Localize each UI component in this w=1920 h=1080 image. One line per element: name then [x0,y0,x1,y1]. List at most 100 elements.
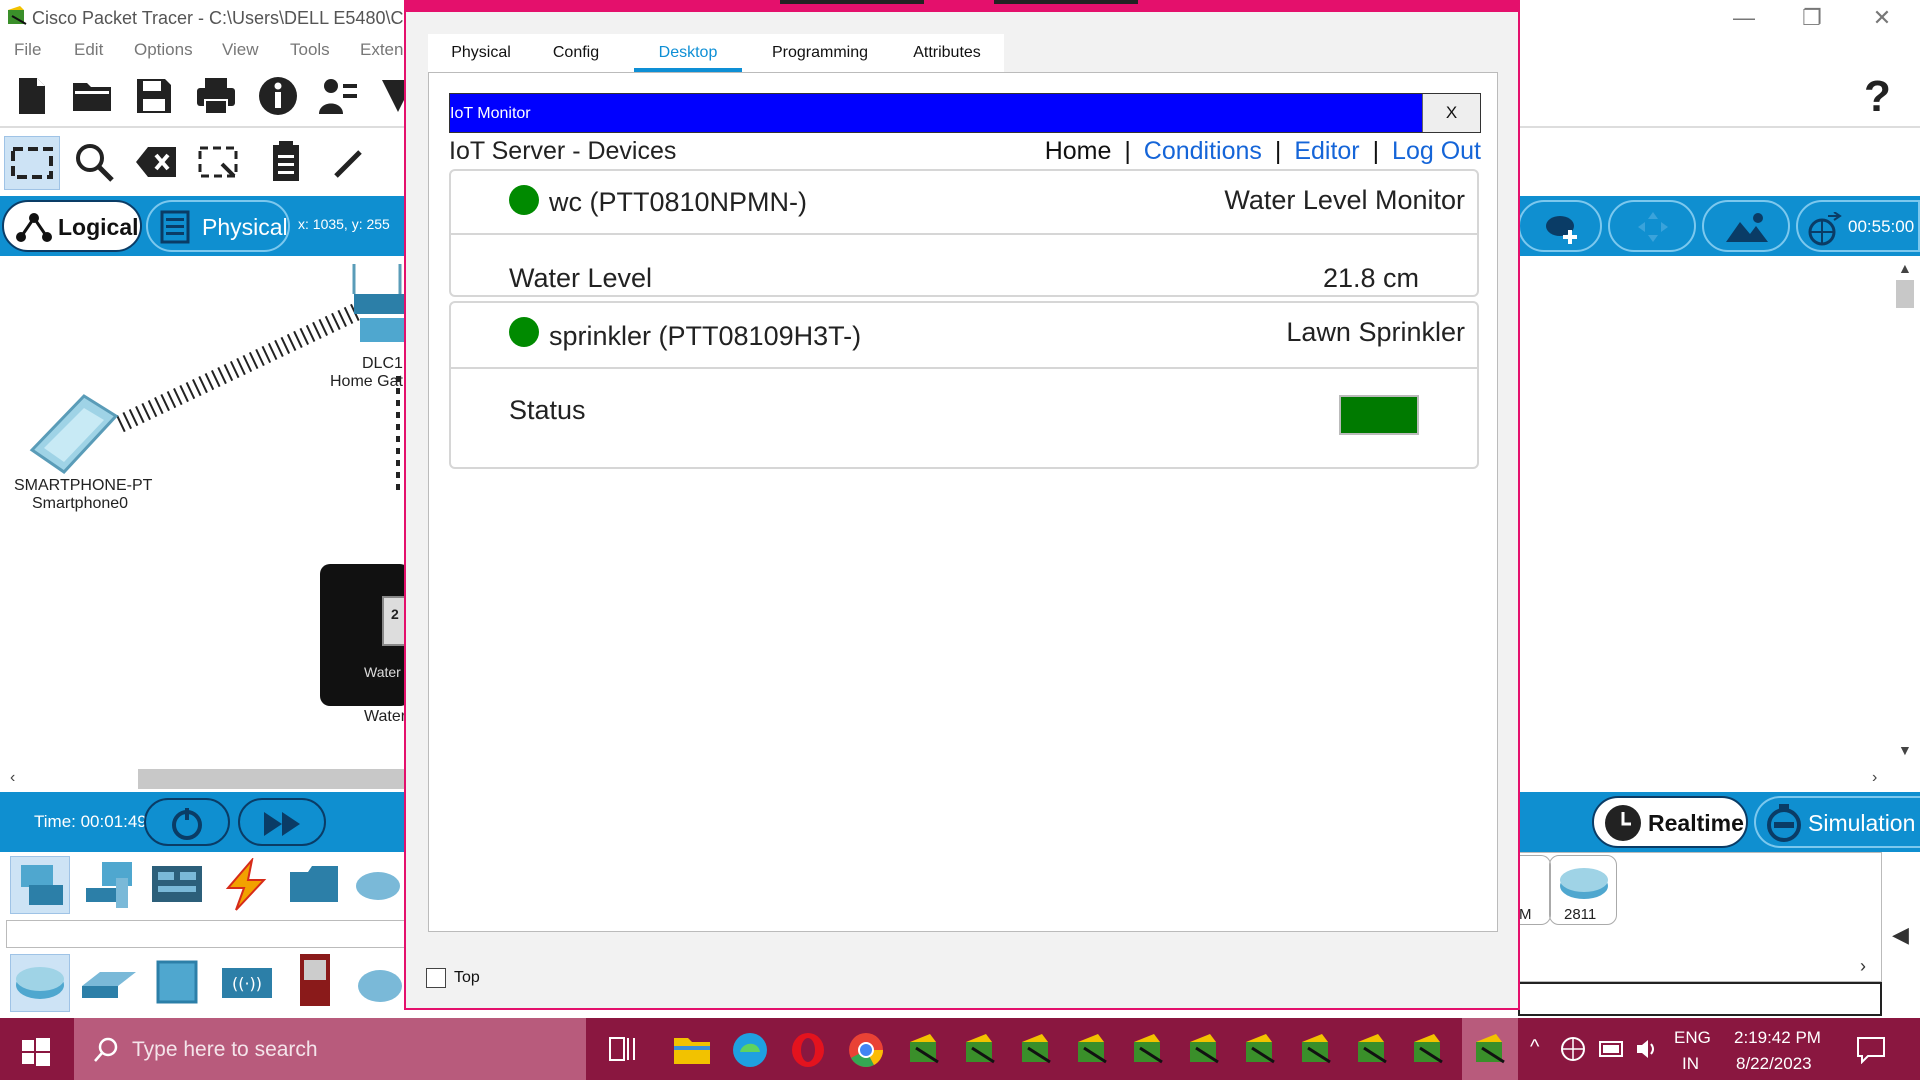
battery-icon[interactable] [1598,1038,1626,1060]
subcategory-switches-icon[interactable] [80,962,138,1006]
smartphone-device-icon[interactable] [24,388,124,478]
category-connections-icon[interactable] [218,858,272,912]
delete-button[interactable] [134,140,178,184]
subcategory-hubs-icon[interactable] [154,958,200,1006]
activity-wizard-button[interactable] [316,74,360,118]
chrome-browser-icon[interactable] [846,1030,886,1070]
menu-file[interactable]: File [14,40,41,60]
nav-conditions-link[interactable]: Conditions [1144,137,1262,165]
scroll-left-icon[interactable]: ‹ [10,769,15,787]
packet-tracer-task-icon[interactable] [1016,1030,1056,1070]
packet-tracer-task-icon[interactable] [1128,1030,1168,1070]
file-explorer-icon[interactable] [672,1030,712,1070]
subcategory-wireless-icon[interactable]: ((·)) [220,962,274,1002]
subcategory-routers[interactable] [10,954,70,1012]
device-header-wc[interactable]: wc (PTT0810NPMN-) Water Level Monitor [451,171,1477,235]
packet-tracer-task-icon[interactable] [1072,1030,1112,1070]
horizontal-scroll-thumb[interactable] [138,769,428,789]
place-note-button[interactable] [264,140,308,184]
fast-forward-button[interactable] [238,798,326,846]
restore-button[interactable]: ❐ [1778,0,1846,36]
cluster-add-button[interactable] [1518,200,1602,252]
open-file-button[interactable] [70,74,114,118]
packet-tracer-task-icon[interactable] [1240,1030,1280,1070]
info-button[interactable] [256,74,300,118]
tray-overflow-icon[interactable]: ^ [1530,1036,1539,1059]
inspect-button[interactable] [72,140,116,184]
help-icon[interactable]: ? [1864,72,1891,122]
packet-tracer-task-icon[interactable] [1184,1030,1224,1070]
system-time[interactable]: 2:19:42 PM [1734,1028,1821,1048]
scroll-right-icon[interactable]: › [1872,769,1877,787]
tab-config[interactable]: Config [534,34,618,72]
minimize-button[interactable]: — [1710,0,1778,36]
water-monitor-device[interactable]: 2 Water [320,564,410,706]
input-region[interactable]: IN [1682,1054,1699,1074]
logical-view-button[interactable]: Logical [2,200,142,252]
category-misc-icon[interactable] [286,862,342,906]
active-task-highlight[interactable] [1462,1018,1518,1080]
set-background-button[interactable] [1702,200,1790,252]
menu-tools[interactable]: Tools [290,40,330,60]
packet-tracer-task-icon[interactable] [1296,1030,1336,1070]
system-date[interactable]: 8/22/2023 [1736,1054,1812,1074]
top-checkbox[interactable] [426,968,446,988]
device-model-partial[interactable]: M [1515,855,1551,925]
scroll-down-icon[interactable]: ▼ [1898,742,1912,758]
tab-desktop[interactable]: Desktop [634,34,742,72]
opera-browser-icon[interactable] [788,1030,828,1070]
tab-attributes[interactable]: Attributes [890,34,1004,72]
physical-view-button[interactable]: Physical [146,200,290,252]
close-window-button[interactable]: ✕ [1848,0,1916,36]
subcategory-wan-emulation-icon[interactable] [354,962,406,1006]
packet-tracer-task-icon[interactable] [1352,1030,1392,1070]
vertical-scrollbar[interactable]: ▲ ▼ [1890,256,1920,766]
packet-tracer-task-icon[interactable] [904,1030,944,1070]
tab-programming[interactable]: Programming [750,34,890,72]
realtime-mode-button[interactable]: Realtime [1592,796,1748,848]
power-cycle-button[interactable] [144,798,230,846]
palette-scroll-right-icon[interactable]: › [1860,956,1866,977]
draw-button[interactable] [328,140,372,184]
category-network-devices[interactable] [10,856,70,914]
print-button[interactable] [194,74,238,118]
viewport-clock[interactable]: 00:55:00 [1796,200,1920,252]
navigation-button[interactable] [1608,200,1696,252]
save-button[interactable] [132,74,176,118]
input-language[interactable]: ENG [1674,1028,1711,1048]
category-components-icon[interactable] [150,862,204,906]
power-cycle-icon [172,808,202,840]
iot-monitor-close-button[interactable]: X [1422,94,1480,132]
resize-shape-button[interactable] [196,140,240,184]
nav-home-link[interactable]: Home [1045,137,1112,165]
edge-browser-icon[interactable] [730,1030,770,1070]
palette-collapse-icon[interactable]: ◀ [1892,922,1909,948]
subcategory-security-icon[interactable] [298,952,332,1008]
notification-center-icon[interactable] [1856,1036,1886,1064]
device-header-sprinkler[interactable]: sprinkler (PTT08109H3T-) Lawn Sprinkler [451,303,1477,369]
menu-view[interactable]: View [222,40,259,60]
task-view-icon[interactable] [608,1034,638,1064]
vertical-scroll-thumb[interactable] [1896,280,1914,308]
menu-edit[interactable]: Edit [74,40,103,60]
select-tool-button[interactable] [4,136,60,190]
network-globe-icon[interactable] [1560,1036,1586,1062]
nav-logout-link[interactable]: Log Out [1392,137,1481,165]
category-multiuser-icon[interactable] [352,862,404,906]
nav-editor-link[interactable]: Editor [1294,137,1359,165]
volume-icon[interactable] [1634,1036,1660,1062]
packet-tracer-task-icon[interactable] [1408,1030,1448,1070]
packet-tracer-task-icon[interactable] [960,1030,1000,1070]
windows-start-icon[interactable] [16,1032,56,1072]
tab-physical[interactable]: Physical [428,34,534,72]
home-gateway-device-icon[interactable] [350,264,404,346]
new-file-button[interactable] [10,74,54,118]
sprinkler-status-toggle[interactable] [1339,395,1419,435]
taskbar-search-box[interactable]: Type here to search [74,1018,586,1080]
category-end-devices-icon[interactable] [82,858,138,914]
simulation-mode-button[interactable]: Simulation [1754,796,1920,848]
menu-extensions[interactable]: Exten [360,40,403,60]
device-model-2811[interactable]: 2811 [1549,855,1617,925]
scroll-up-icon[interactable]: ▲ [1898,260,1912,276]
menu-options[interactable]: Options [134,40,193,60]
